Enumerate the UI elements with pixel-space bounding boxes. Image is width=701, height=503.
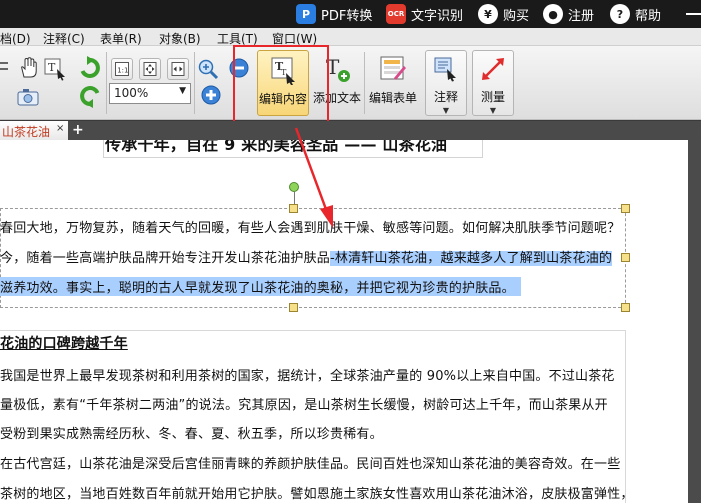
toolbar-divider (364, 52, 365, 114)
rotate-handle[interactable] (289, 182, 299, 192)
select-text-tool-icon[interactable]: T (42, 56, 68, 82)
svg-text:T: T (281, 68, 287, 77)
resize-handle-right[interactable] (621, 253, 630, 262)
add-text-icon: T (320, 52, 354, 86)
svg-text:T: T (48, 61, 56, 74)
add-text-label: 添加文本 (312, 91, 361, 105)
menu-window[interactable]: 窗口(W) (272, 30, 317, 47)
document-title: 传承千年，自在 9 采的美容圣品 —— 山茶花油 (105, 140, 448, 154)
menu-tools[interactable]: 工具(T) (217, 30, 258, 47)
register-button[interactable]: ● 注册 (543, 3, 594, 25)
yen-icon: ¥ (478, 4, 498, 24)
snapshot-tool-icon[interactable] (16, 86, 40, 108)
resize-handle-bottom-right[interactable] (621, 303, 630, 312)
document-page: 传承千年，自在 9 采的美容圣品 —— 山茶花油 春回大地，万物复苏，随着天气的… (0, 140, 688, 503)
paragraph-line-part: 今，随着一些高端护肤品牌开始专注开发山茶花油护肤品 (0, 251, 331, 266)
ocr-label: 文字识别 (411, 8, 464, 24)
pdf-icon: P (296, 4, 316, 24)
buy-label: 购买 (503, 8, 530, 24)
annotate-icon (429, 53, 463, 85)
rotate-ccw-icon[interactable] (78, 84, 102, 108)
rotate-cw-icon[interactable] (78, 56, 102, 80)
partial-tool-icon[interactable] (0, 58, 10, 76)
toolbar: T 1:1 100% ▼ TT 编辑内容 T 添加文本 编辑表单 注释 ▼ 测量… (0, 46, 701, 120)
paragraph-line: 春回大地，万物复苏，随着天气的回暖，有些人会遇到肌肤干燥、敏感等问题。如何解决肌… (0, 221, 621, 236)
svg-text:1:1: 1:1 (117, 67, 128, 75)
paragraph-line: 受粉到果实成熟需经历秋、冬、春、夏、秋五季，所以珍贵稀有。 (0, 427, 383, 442)
measure-label: 测量 (480, 90, 505, 104)
fit-width-icon[interactable] (167, 58, 189, 80)
zoom-out-icon[interactable] (228, 57, 250, 79)
toolbar-divider (106, 52, 107, 114)
edit-content-icon: TT (266, 53, 300, 87)
menu-object[interactable]: 对象(B) (159, 30, 201, 47)
resize-handle-top[interactable] (289, 204, 298, 213)
edit-form-icon (376, 52, 410, 86)
measure-icon (476, 53, 510, 85)
register-label: 注册 (568, 8, 595, 24)
document-area: 传承千年，自在 9 采的美容圣品 —— 山茶花油 春回大地，万物复苏，随着天气的… (0, 140, 701, 503)
zoom-in-tool-icon[interactable] (197, 58, 219, 80)
buy-button[interactable]: ¥ 购买 (478, 3, 529, 25)
menu-form[interactable]: 表单(R) (100, 30, 142, 47)
chevron-down-icon: ▼ (489, 106, 497, 115)
chevron-down-icon: ▼ (442, 106, 450, 115)
menu-comment[interactable]: 注释(C) (43, 30, 85, 47)
pdf-convert-label: PDF转换 (321, 8, 373, 24)
section-text-box[interactable] (0, 330, 626, 503)
edit-content-label: 编辑内容 (258, 92, 307, 106)
pdf-convert-button[interactable]: P PDF转换 (296, 3, 372, 25)
resize-handle-top-right[interactable] (621, 204, 630, 213)
toolbar-divider (194, 52, 195, 114)
user-icon: ● (543, 4, 563, 24)
resize-handle-bottom[interactable] (289, 303, 298, 312)
help-button[interactable]: ? 帮助 (610, 3, 661, 25)
actual-size-icon[interactable]: 1:1 (111, 58, 133, 80)
selected-text: -林清轩山茶花油，越来越多人了解到山茶花油的 (330, 251, 613, 266)
chevron-down-icon: ▼ (179, 86, 186, 96)
tab-document-title: 山茶花油 (2, 125, 51, 139)
ocr-icon: OCR (386, 4, 406, 24)
add-text-button[interactable]: T 添加文本 (311, 50, 363, 116)
edit-form-button[interactable]: 编辑表单 (367, 50, 419, 116)
menu-document[interactable]: 档(D) (0, 30, 31, 47)
edit-content-button[interactable]: TT 编辑内容 (257, 50, 309, 116)
top-bar: P PDF转换 OCR 文字识别 ¥ 购买 ● 注册 ? 帮助 (0, 0, 701, 28)
paragraph-line: 今，随着一些高端护肤品牌开始专注开发山茶花油护肤品-林清轩山茶花油，越来越多人了… (0, 247, 613, 266)
annotate-label: 注释 (433, 90, 458, 104)
menu-bar: 档(D) 注释(C) 表单(R) 对象(B) 工具(T) 窗口(W) (0, 28, 701, 46)
vertical-scrollbar[interactable] (688, 140, 701, 503)
paragraph-line: 在古代宫廷，山茶花油是深受后宫佳丽青睐的养颜护肤佳品。民间百姓也深知山茶花油的美… (0, 457, 621, 472)
paragraph-line: 量极低，素有“千年茶树二两油”的说法。究其原因，是山茶树生长缓慢，树龄可达上千年… (0, 398, 608, 413)
ocr-button[interactable]: OCR 文字识别 (386, 3, 463, 25)
zoom-value: 100% (114, 86, 149, 100)
paragraph-line: 我国是世界上最早发现茶树和利用茶树的国家，据统计，全球茶油产量的 90%以上来自… (0, 369, 615, 384)
paragraph-line: 茶树的地区，当地百姓数百年前就开始用它护肤。譬如恩施土家族女性喜欢用山茶花油沐浴… (0, 487, 634, 502)
svg-text:T: T (326, 55, 340, 79)
zoom-select[interactable]: 100% ▼ (109, 83, 191, 104)
hand-tool-icon[interactable] (16, 56, 40, 80)
edit-form-label: 编辑表单 (368, 91, 417, 105)
add-tab-icon[interactable]: + (72, 122, 84, 138)
annotate-button[interactable]: 注释 ▼ (425, 50, 467, 116)
close-icon[interactable]: × (56, 123, 64, 134)
minimize-icon[interactable] (686, 13, 701, 15)
tab-bar: 山茶花油 × + (0, 121, 701, 140)
selected-text: 滋养功效。事实上，聪明的古人早就发现了山茶花油的奥秘，并把它视为珍贵的护肤品。 (0, 277, 521, 296)
help-label: 帮助 (635, 8, 662, 24)
fit-page-icon[interactable] (139, 58, 161, 80)
help-icon: ? (610, 4, 630, 24)
measure-button[interactable]: 测量 ▼ (472, 50, 514, 116)
section-title: 花油的口碑跨越千年 (0, 336, 128, 352)
zoom-in-icon[interactable] (200, 84, 222, 106)
